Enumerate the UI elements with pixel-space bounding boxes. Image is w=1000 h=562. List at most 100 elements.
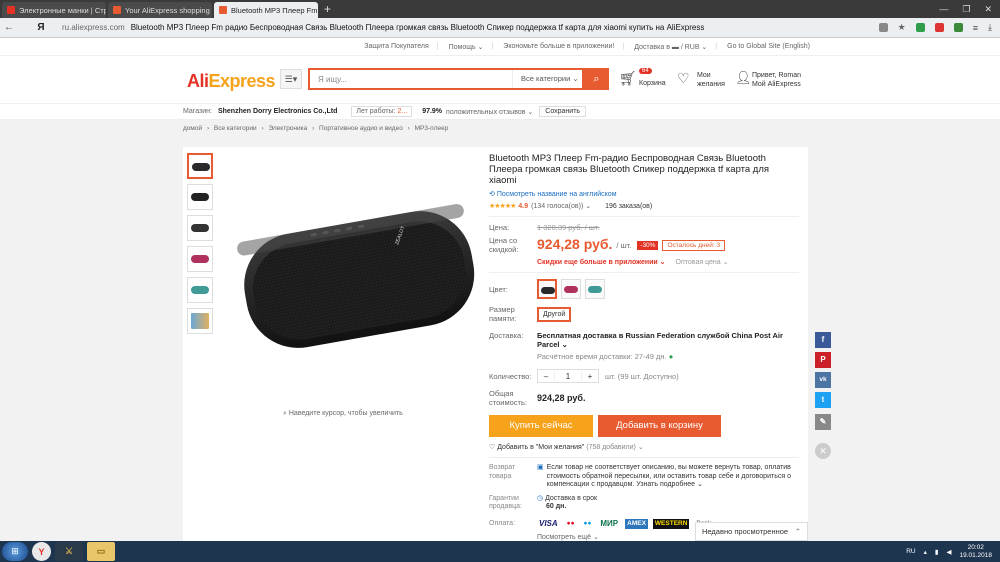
wishlist-link[interactable]: ♡ Мои желания [677,69,732,93]
breadcrumb-all-categories[interactable]: Все категории [214,125,257,132]
main-product-image[interactable]: ZEALOT [223,153,483,403]
close-icon[interactable]: ✕ [815,443,831,459]
yandex-browser-taskbar-icon[interactable]: Y [32,542,51,561]
search-button[interactable]: ⌕ [584,68,609,90]
search-category-select[interactable]: Все категории ⌄ [512,70,582,88]
account-link[interactable]: 👤︎ Привет, Roman Мой AliExpress [735,69,815,93]
magnifier-icon: ⌕ [283,410,287,417]
quantity-input[interactable]: 1 [554,371,582,381]
clock[interactable]: 20:02 19.01.2018 [959,544,992,560]
extension-icon[interactable] [915,23,925,32]
url-field[interactable]: ru.aliexpress.com Bluetooth MP3 Плеер Fm… [62,23,873,32]
memory-option-other[interactable]: Другой [537,306,572,322]
new-tab-button[interactable]: + [324,2,331,16]
help-link[interactable]: Помощь ⌄ [449,43,484,51]
vk-icon[interactable]: vk [815,372,831,388]
app-link[interactable]: Экономьте больше в приложении! [503,43,614,50]
breadcrumb-electronics[interactable]: Электроника [268,125,307,132]
browser-tab-1[interactable]: Электронные манки | Стра [2,2,106,18]
thumbnail-1[interactable] [187,153,213,179]
breadcrumb-mp3-player[interactable]: MP3-плеер [415,125,449,132]
color-swatch-teal[interactable] [585,279,605,299]
minimize-icon[interactable]: — [939,4,948,15]
address-bar-icons: ★ ≡ ⤓ [878,22,1000,33]
explorer-taskbar-icon[interactable]: ▭ [87,542,115,561]
url-page-title: Bluetooth MP3 Плеер Fm радио Беспроводна… [130,23,705,32]
windows-taskbar: ⊞ Y ⚔︎ ▭ RU ▴ ▮ ◀︎ 20:02 19.01.2018 [0,541,1000,562]
twitter-icon[interactable]: t [815,392,831,408]
volume-icon[interactable]: ◀︎ [946,548,951,556]
thumbnail-2[interactable] [187,184,213,210]
color-swatch-black[interactable] [537,279,557,299]
add-to-cart-button[interactable]: Добавить в корзину [598,415,721,437]
orders-count: 196 заказа(ов) [605,202,653,210]
breadcrumb-portable-audio[interactable]: Портативное аудио и видео [319,125,403,132]
years-value: 2... [397,108,408,115]
reader-icon[interactable] [878,23,888,32]
back-icon[interactable]: ← [0,22,18,33]
store-name-link[interactable]: Shenzhen Dorry Electronics Co.,Ltd [218,108,337,115]
global-site-link[interactable]: Go to Global Site (English) [727,43,810,50]
wishlist-label: Мои желания [697,72,725,88]
wholesale-link[interactable]: Оптовая цена ⌄ [676,258,729,266]
total-label: Общая стоимость: [489,389,527,407]
url-domain: ru.aliexpress.com [62,23,125,32]
votes-link[interactable]: (134 голоса(ов)) ⌄ [531,202,591,210]
increase-button[interactable]: + [582,372,598,381]
heart-icon: ♡ [677,70,690,86]
app-deal-link[interactable]: Скидки еще больше в приложении ⌄ [537,258,666,266]
positive-feedback-label[interactable]: положительных отзывов ⌄ [446,108,533,116]
thumbnail-6[interactable] [187,308,213,334]
browser-tab-2[interactable]: Your AliExpress shopping ca [108,2,212,18]
bookmark-star-icon[interactable]: ★ [898,22,906,33]
translate-link[interactable]: ⟲ Посмотреть название на английском [489,190,799,198]
adblock-icon[interactable] [934,23,944,32]
edit-icon[interactable]: ✎ [815,414,831,430]
help-icon[interactable]: ● [669,352,674,361]
start-button[interactable]: ⊞ [2,542,28,561]
delivery-row: Доставка: Бесплатная доставка в Russian … [489,331,799,361]
close-window-icon[interactable]: ✕ [984,4,992,15]
thumbnail-3[interactable] [187,215,213,241]
separator: | [715,43,718,50]
guarantee-text: ◷ Доставка в срок [537,495,597,504]
search-icon: ⌕ [593,73,600,85]
recently-viewed-button[interactable]: Недавно просмотренное ⌃ [695,522,808,541]
language-indicator[interactable]: RU [906,548,915,555]
browser-tab-3[interactable]: Bluetooth MP3 Плеер Fm ✕ [214,2,318,18]
save-store-button[interactable]: Сохранить [539,106,587,117]
add-to-wishlist[interactable]: ♡ Добавить в "Мои желания" (758 добавили… [489,443,799,451]
decrease-button[interactable]: – [538,372,554,381]
separator: | [491,43,494,50]
maximize-icon[interactable]: ❐ [962,4,970,15]
game-taskbar-icon[interactable]: ⚔︎ [55,542,83,561]
pinterest-icon[interactable]: P [815,352,831,368]
thumbnail-image [191,224,209,232]
tab-title: Your AliExpress shopping ca [125,5,212,15]
network-icon[interactable]: ▮ [935,548,939,556]
action-buttons: Купить сейчас Добавить в корзину [489,415,799,437]
buyer-protection-link[interactable]: Защита Покупателя [364,43,429,50]
yandex-icon[interactable]: Я [32,22,50,33]
search-input[interactable]: Я ищу... Все категории ⌄ [308,68,584,90]
close-icon[interactable]: ✕ [317,6,318,15]
categories-menu-button[interactable]: ☰▾ [280,69,302,89]
breadcrumb-home[interactable]: домой [183,125,202,132]
price-row: Цена: 1 320,39 руб. / шт. [489,223,799,232]
buy-now-button[interactable]: Купить сейчас [489,415,593,437]
menu-icon[interactable]: ≡ [973,23,978,33]
shield-icon[interactable] [953,23,963,32]
color-swatch-pink[interactable] [561,279,581,299]
tray-arrow-icon[interactable]: ▴ [924,548,927,556]
thumbnail-5[interactable] [187,277,213,303]
sale-price-row: Цена со скидкой: 924,28 руб. / шт. -30% … [489,236,799,254]
delivery-currency-link[interactable]: Доставка в ▬ / RUB ⌄ [634,43,707,51]
cart-label: Корзина [639,80,666,87]
cart-link[interactable]: 🛒︎ 64 Корзина [619,68,669,93]
thumbnail-4[interactable] [187,246,213,272]
download-icon[interactable]: ⤓ [988,22,992,33]
delivery-method[interactable]: Бесплатная доставка в Russian Federation… [537,331,799,349]
favicon-icon [219,6,227,14]
facebook-icon[interactable]: f [815,332,831,348]
aliexpress-logo[interactable]: AliExpress [187,71,276,92]
